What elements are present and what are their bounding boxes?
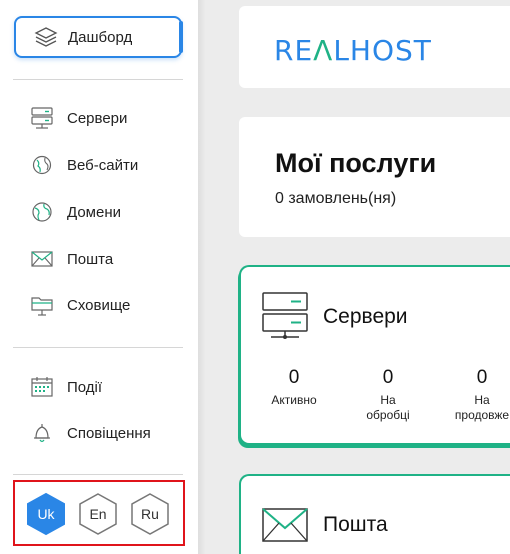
- mail-icon: [30, 248, 54, 270]
- sidebar-item-label: Пошта: [67, 251, 114, 268]
- stat-caption-line: На: [380, 393, 396, 407]
- language-en-button[interactable]: En: [77, 492, 119, 536]
- header-logo-card: REΛLHOST: [239, 6, 510, 88]
- sidebar-divider: [13, 474, 183, 475]
- stat-caption-line: обробці: [366, 408, 410, 422]
- sidebar-item-label: Сховище: [67, 297, 131, 314]
- stat-renewal: 0 На продовже: [437, 367, 510, 423]
- service-name: Пошта: [323, 513, 388, 536]
- sidebar-item-label: Події: [67, 379, 103, 396]
- domain-globe-icon: [30, 201, 54, 223]
- sidebar-item-notifications[interactable]: Сповіщення: [30, 420, 180, 446]
- dashboard-label: Дашборд: [68, 29, 133, 46]
- sidebar-item-storage[interactable]: Сховище: [30, 292, 180, 318]
- sidebar-divider: [13, 79, 183, 80]
- stat-value: 0: [288, 367, 300, 388]
- sidebar: Дашборд Сервери Веб-сайти Домени Пошта С…: [0, 0, 198, 554]
- server-icon: [261, 291, 311, 341]
- language-code: En: [89, 506, 107, 522]
- servers-service-card[interactable]: Сервери 0 Активно 0 На обробці 0 На продов…: [239, 265, 510, 445]
- sidebar-item-servers[interactable]: Сервери: [30, 105, 180, 131]
- sidebar-item-label: Сервери: [67, 110, 128, 127]
- service-name: Сервери: [323, 305, 408, 328]
- server-icon: [30, 107, 54, 129]
- sidebar-item-label: Сповіщення: [67, 425, 151, 442]
- dashboard-button[interactable]: Дашборд: [14, 16, 183, 58]
- realhost-logo[interactable]: REΛLHOST: [274, 34, 432, 67]
- language-uk-button[interactable]: Uk: [25, 492, 67, 536]
- logo-part: Λ: [313, 34, 334, 67]
- logo-part: RE: [274, 34, 314, 67]
- stat-value: 0: [476, 367, 488, 388]
- sidebar-shadow: [198, 0, 206, 554]
- sidebar-item-websites[interactable]: Веб-сайти: [30, 152, 180, 178]
- sidebar-divider: [13, 347, 183, 348]
- bell-icon: [30, 422, 54, 444]
- mail-service-card[interactable]: Пошта: [239, 474, 510, 554]
- stat-processing: 0 На обробці: [343, 367, 433, 423]
- language-code: Ru: [141, 506, 159, 522]
- stat-caption: На обробці: [343, 393, 433, 423]
- mail-icon: [261, 506, 311, 554]
- sidebar-item-label: Домени: [67, 204, 121, 221]
- sidebar-item-label: Веб-сайти: [67, 157, 139, 174]
- sidebar-item-domains[interactable]: Домени: [30, 199, 180, 225]
- globe-icon: [30, 154, 54, 176]
- orders-count: 0 замовлень(ня): [275, 190, 397, 207]
- stat-caption: На продовже: [437, 393, 510, 423]
- storage-folder-icon: [30, 294, 54, 316]
- stat-active: 0 Активно: [249, 367, 339, 408]
- stat-caption-line: На: [474, 393, 490, 407]
- language-ru-button[interactable]: Ru: [129, 492, 171, 536]
- page-title: Мої послуги: [275, 148, 437, 178]
- sidebar-item-mail[interactable]: Пошта: [30, 246, 180, 272]
- language-code: Uk: [37, 506, 55, 522]
- logo-part: LHOST: [333, 34, 432, 67]
- sidebar-item-events[interactable]: Події: [30, 374, 180, 400]
- stat-caption-line: продовже: [454, 408, 510, 422]
- calendar-icon: [30, 376, 54, 398]
- layers-icon: [34, 26, 58, 48]
- stat-value: 0: [382, 367, 394, 388]
- my-services-card: Мої послуги 0 замовлень(ня): [239, 117, 510, 237]
- language-switcher: Uk En Ru: [13, 480, 185, 546]
- stat-caption: Активно: [271, 393, 317, 407]
